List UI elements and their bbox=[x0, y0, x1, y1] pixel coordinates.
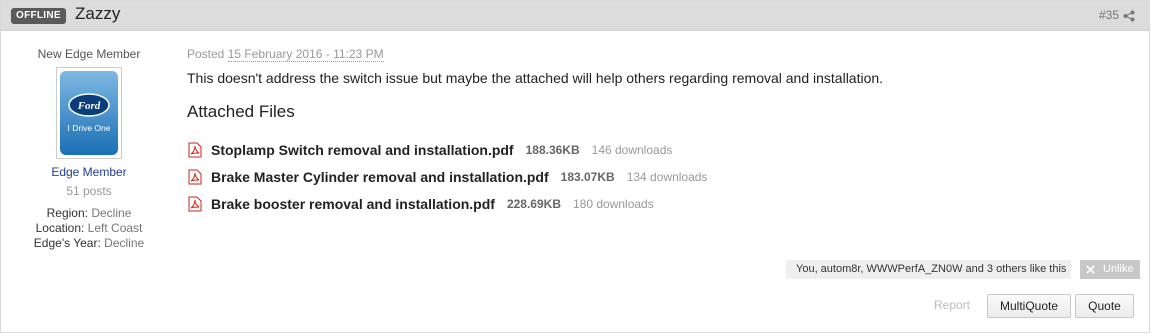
report-link[interactable]: Report bbox=[934, 298, 970, 312]
author-info: New Edge Member Ford I Drive One Edge Me… bbox=[19, 47, 159, 251]
unlike-label: Unlike bbox=[1103, 263, 1134, 275]
post-date: 15 February 2016 - 11:23 PM bbox=[227, 47, 384, 62]
post-header: OFFLINE Zazzy #35 bbox=[1, 1, 1149, 31]
attachments-title: Attached Files bbox=[187, 102, 295, 121]
author-name[interactable]: Zazzy bbox=[75, 4, 120, 24]
svg-text:I Drive One: I Drive One bbox=[68, 123, 111, 133]
attachments-list: Stoplamp Switch removal and installation… bbox=[187, 136, 1127, 217]
field-location: Location: Left Coast bbox=[35, 221, 143, 235]
forum-post: OFFLINE Zazzy #35 New Edge Member Ford I… bbox=[0, 0, 1150, 333]
ford-logo-image: Ford I Drive One bbox=[60, 71, 118, 155]
pdf-icon bbox=[188, 169, 202, 184]
quote-button[interactable]: Quote bbox=[1075, 294, 1134, 318]
post-text: This doesn't address the switch issue bu… bbox=[187, 70, 884, 86]
share-icon[interactable] bbox=[1123, 10, 1135, 22]
attachment-link[interactable]: Brake booster removal and installation.p… bbox=[211, 196, 495, 212]
attachment-link[interactable]: Brake Master Cylinder removal and instal… bbox=[211, 169, 549, 185]
pdf-icon bbox=[188, 142, 202, 157]
member-group-link[interactable]: Edge Member bbox=[19, 165, 159, 179]
attachment-downloads: 134 downloads bbox=[626, 169, 708, 184]
likes-summary[interactable]: You, autom8r, WWWPerfA_ZN0W and 3 others… bbox=[786, 260, 1071, 279]
multiquote-button[interactable]: MultiQuote bbox=[987, 294, 1071, 318]
status-badge: OFFLINE bbox=[11, 8, 66, 24]
attachment-item: Brake booster removal and installation.p… bbox=[187, 190, 1127, 217]
attachment-size: 183.07KB bbox=[560, 169, 615, 184]
attachment-size: 228.69KB bbox=[506, 196, 561, 211]
post-count: 51 posts bbox=[66, 184, 112, 198]
posted-label: Posted bbox=[187, 47, 225, 61]
attachment-link[interactable]: Stoplamp Switch removal and installation… bbox=[211, 142, 514, 158]
custom-fields: Region: Decline Location: Left Coast Edg… bbox=[19, 206, 159, 251]
close-icon bbox=[1086, 265, 1095, 274]
attachment-item: Stoplamp Switch removal and installation… bbox=[187, 136, 1127, 163]
post-number-link[interactable]: #35 bbox=[1099, 8, 1119, 22]
member-title: New Edge Member bbox=[37, 47, 141, 61]
attachment-item: Brake Master Cylinder removal and instal… bbox=[187, 163, 1127, 190]
pdf-icon bbox=[188, 196, 202, 211]
attachment-downloads: 180 downloads bbox=[573, 196, 654, 211]
avatar[interactable]: Ford I Drive One bbox=[56, 67, 122, 159]
field-edge-year: Edge's Year: Decline bbox=[33, 236, 145, 250]
attachment-size: 188.36KB bbox=[525, 142, 580, 157]
post-body: Posted 15 February 2016 - 11:23 PM This … bbox=[187, 47, 1127, 217]
attachment-downloads: 146 downloads bbox=[591, 142, 673, 157]
svg-text:Ford: Ford bbox=[77, 100, 101, 112]
post-meta: Posted 15 February 2016 - 11:23 PM bbox=[187, 47, 1127, 62]
unlike-button[interactable]: Unlike bbox=[1080, 260, 1140, 279]
field-region: Region: Decline bbox=[46, 206, 132, 220]
